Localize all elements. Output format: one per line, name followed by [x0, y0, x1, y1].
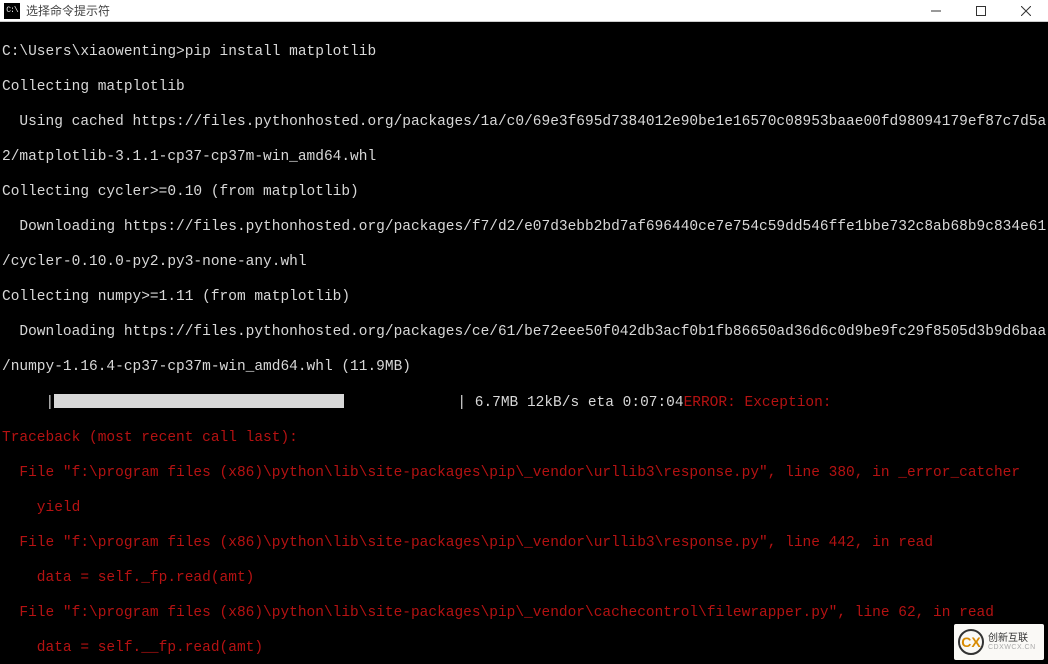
traceback-line: Traceback (most recent call last):	[2, 430, 1046, 448]
output-line: Collecting numpy>=1.11 (from matplotlib)	[2, 289, 1046, 307]
app-icon: C:\	[4, 3, 20, 19]
traceback-line: File "f:\program files (x86)\python\lib\…	[2, 465, 1046, 483]
output-line: Downloading https://files.pythonhosted.o…	[2, 324, 1046, 342]
watermark-text: 创新互联 CDXWCX.CN	[988, 633, 1036, 652]
traceback-line: File "f:\program files (x86)\python\lib\…	[2, 605, 1046, 623]
traceback-line: File "f:\program files (x86)\python\lib\…	[2, 535, 1046, 553]
output-line: 2/matplotlib-3.1.1-cp37-cp37m-win_amd64.…	[2, 149, 1046, 167]
progress-line: | | 6.7MB 12kB/s eta 0:07:04ERROR: Excep…	[2, 394, 1046, 413]
output-line: Downloading https://files.pythonhosted.o…	[2, 219, 1046, 237]
watermark-badge: CX 创新互联 CDXWCX.CN	[954, 624, 1044, 660]
terminal-output[interactable]: C:\Users\xiaowenting>pip install matplot…	[0, 22, 1048, 664]
output-line: /numpy-1.16.4-cp37-cp37m-win_amd64.whl (…	[2, 359, 1046, 377]
traceback-line: data = self.__fp.read(amt)	[2, 640, 1046, 658]
output-line: Collecting cycler>=0.10 (from matplotlib…	[2, 184, 1046, 202]
window-titlebar: C:\ 选择命令提示符	[0, 0, 1048, 22]
output-line: Collecting matplotlib	[2, 79, 1046, 97]
minimize-button[interactable]	[913, 0, 958, 21]
traceback-line: data = self._fp.read(amt)	[2, 570, 1046, 588]
watermark-logo-icon: CX	[958, 629, 984, 655]
window-controls	[913, 0, 1048, 21]
maximize-button[interactable]	[958, 0, 1003, 21]
output-line: /cycler-0.10.0-py2.py3-none-any.whl	[2, 254, 1046, 272]
close-button[interactable]	[1003, 0, 1048, 21]
output-line: Using cached https://files.pythonhosted.…	[2, 114, 1046, 132]
traceback-line: yield	[2, 500, 1046, 518]
window-title: 选择命令提示符	[26, 2, 913, 19]
prompt-line: C:\Users\xiaowenting>pip install matplot…	[2, 44, 1046, 62]
